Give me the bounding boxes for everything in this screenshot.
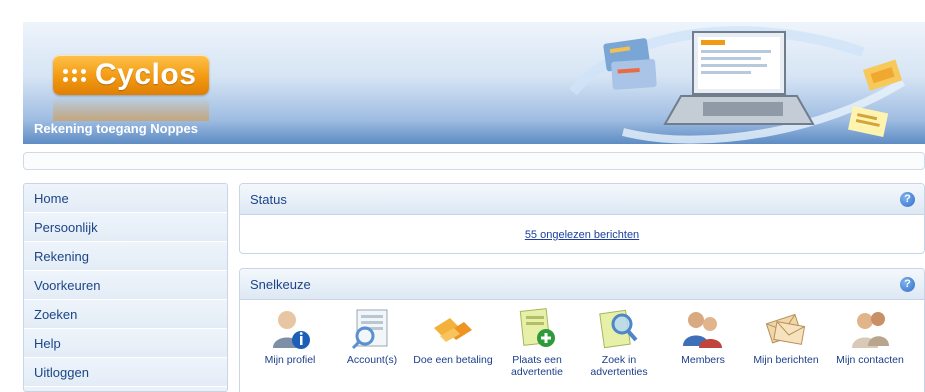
quick-item-label: Doe een betaling [413, 354, 493, 366]
logo-dots-icon [63, 68, 87, 82]
quick-doe-een-betaling[interactable]: Doe een betaling [411, 306, 495, 366]
quick-plaats-advertentie[interactable]: Plaats een advertentie [495, 306, 579, 378]
menu-item-rekening[interactable]: Rekening [24, 242, 227, 271]
contacts-icon [852, 312, 889, 348]
menu-item-uitloggen[interactable]: Uitloggen [24, 358, 227, 387]
cyclos-logo: Cyclos [53, 55, 209, 95]
status-panel: Status ? 55 ongelezen berichten [239, 183, 925, 254]
members-icon [683, 312, 722, 348]
help-icon[interactable]: ? [900, 277, 915, 292]
quick-access-panel: Snelkeuze ? Mijn profiel Account(s) Doe … [239, 268, 925, 392]
quick-accounts[interactable]: Account(s) [330, 306, 414, 366]
quick-mijn-profiel[interactable]: Mijn profiel [248, 306, 332, 366]
header-banner: Cyclos Rekening toegang Noppes [23, 22, 925, 144]
menu-item-voorkeuren[interactable]: Voorkeuren [24, 271, 227, 300]
banner-subtitle: Rekening toegang Noppes [34, 121, 198, 136]
menu-item-help[interactable]: Help [24, 329, 227, 358]
quick-item-label: Mijn berichten [753, 354, 819, 366]
menu-item-home[interactable]: Home [24, 184, 227, 213]
add-ad-icon [519, 308, 555, 347]
quick-item-label: Members [681, 354, 725, 366]
quick-item-label: Zoek in advertenties [590, 354, 648, 378]
messages-icon [765, 313, 806, 345]
banner-illustration [569, 26, 906, 144]
search-ads-icon [599, 309, 638, 349]
quick-item-label: Account(s) [346, 354, 398, 366]
menu-item-zoeken[interactable]: Zoeken [24, 300, 227, 329]
quick-panel-header: Snelkeuze ? [240, 269, 924, 300]
quick-access-items: Mijn profiel Account(s) Doe een betaling [240, 300, 924, 392]
quick-zoek-advertenties[interactable]: Zoek in advertenties [577, 306, 661, 378]
navigation-bar [23, 152, 925, 170]
quick-item-label: Mijn contacten [836, 354, 904, 366]
user-profile-icon [273, 311, 310, 349]
logo-text: Cyclos [95, 58, 197, 91]
account-ledger-icon [351, 309, 388, 350]
status-title: Status [250, 192, 287, 207]
menu-item-persoonlijk[interactable]: Persoonlijk [24, 213, 227, 242]
quick-item-label: Mijn profiel [264, 354, 316, 366]
status-panel-header: Status ? [240, 184, 924, 215]
quick-mijn-contacten[interactable]: Mijn contacten [828, 306, 912, 366]
quick-members[interactable]: Members [661, 306, 745, 366]
help-icon[interactable]: ? [900, 192, 915, 207]
quick-item-label: Plaats een advertentie [511, 354, 563, 378]
unread-messages-link[interactable]: 55 ongelezen berichten [525, 229, 639, 241]
payment-cards-icon [434, 318, 472, 342]
quick-mijn-berichten[interactable]: Mijn berichten [744, 306, 828, 366]
logo-reflection [53, 97, 209, 121]
quick-title: Snelkeuze [250, 277, 311, 292]
status-body: 55 ongelezen berichten [240, 215, 924, 253]
sidebar-menu: Home Persoonlijk Rekening Voorkeuren Zoe… [23, 183, 228, 392]
